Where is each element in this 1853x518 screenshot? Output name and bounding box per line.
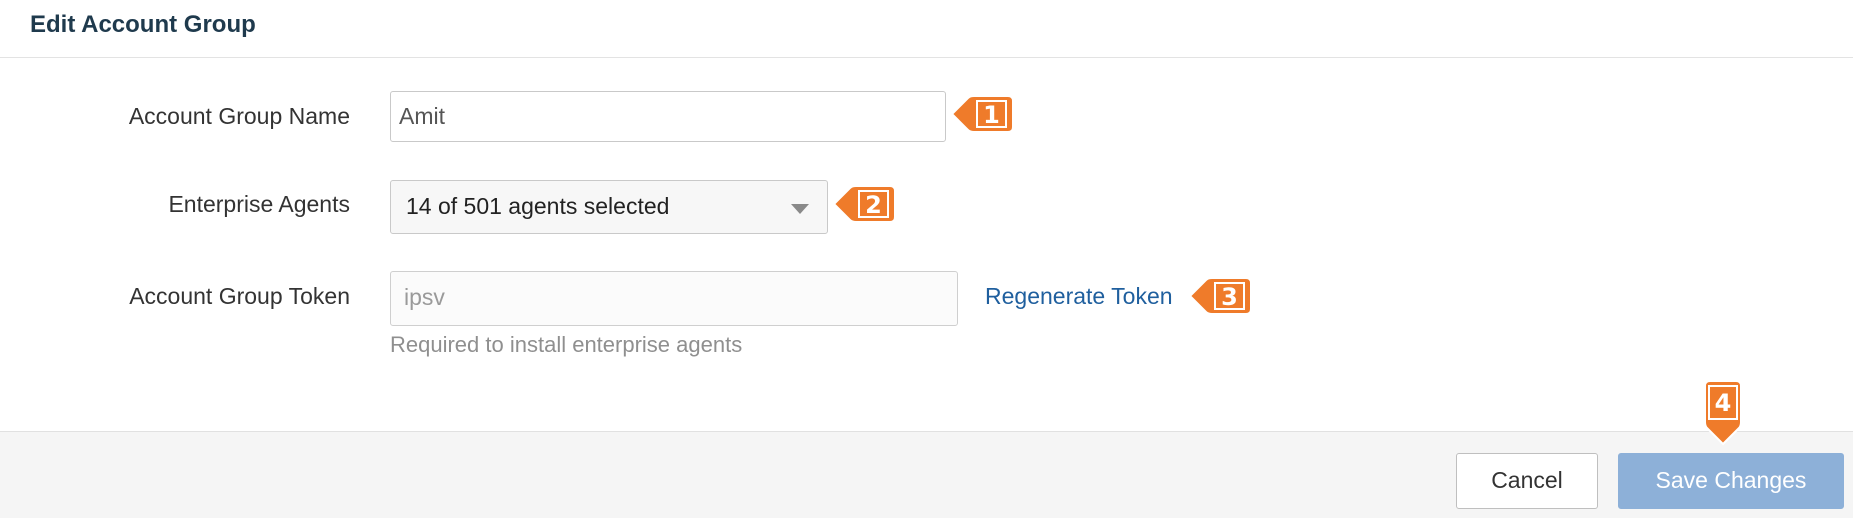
token-helper-text: Required to install enterprise agents [390,332,743,357]
account-group-token-label: Account Group Token [129,283,350,309]
account-group-name-label: Account Group Name [128,103,350,129]
callout-4-badge: 4 [1704,380,1742,446]
chevron-down-icon [791,204,809,214]
cancel-button[interactable]: Cancel [1456,453,1598,509]
enterprise-agents-label: Enterprise Agents [168,191,350,217]
save-changes-button[interactable]: Save Changes [1618,453,1844,509]
callout-4-number: 4 [1715,389,1732,417]
dialog-title: Edit Account Group [30,11,256,38]
enterprise-agents-selected-text: 14 of 501 agents selected [406,193,670,219]
callout-1-number: 1 [983,101,1000,129]
account-group-token-field: ipsv [390,271,958,326]
regenerate-token-link[interactable]: Regenerate Token [985,283,1173,310]
enterprise-agents-dropdown[interactable]: 14 of 501 agents selected [390,180,828,234]
callout-3-badge: 3 [1188,277,1252,315]
dialog-header: Edit Account Group [0,0,1853,58]
callout-3-number: 3 [1221,283,1238,311]
callout-1-badge: 1 [950,95,1014,133]
account-group-token-value: ipsv [404,284,445,310]
callout-2-number: 2 [865,191,882,219]
callout-2-badge: 2 [832,185,896,223]
account-group-name-input[interactable] [390,91,946,142]
